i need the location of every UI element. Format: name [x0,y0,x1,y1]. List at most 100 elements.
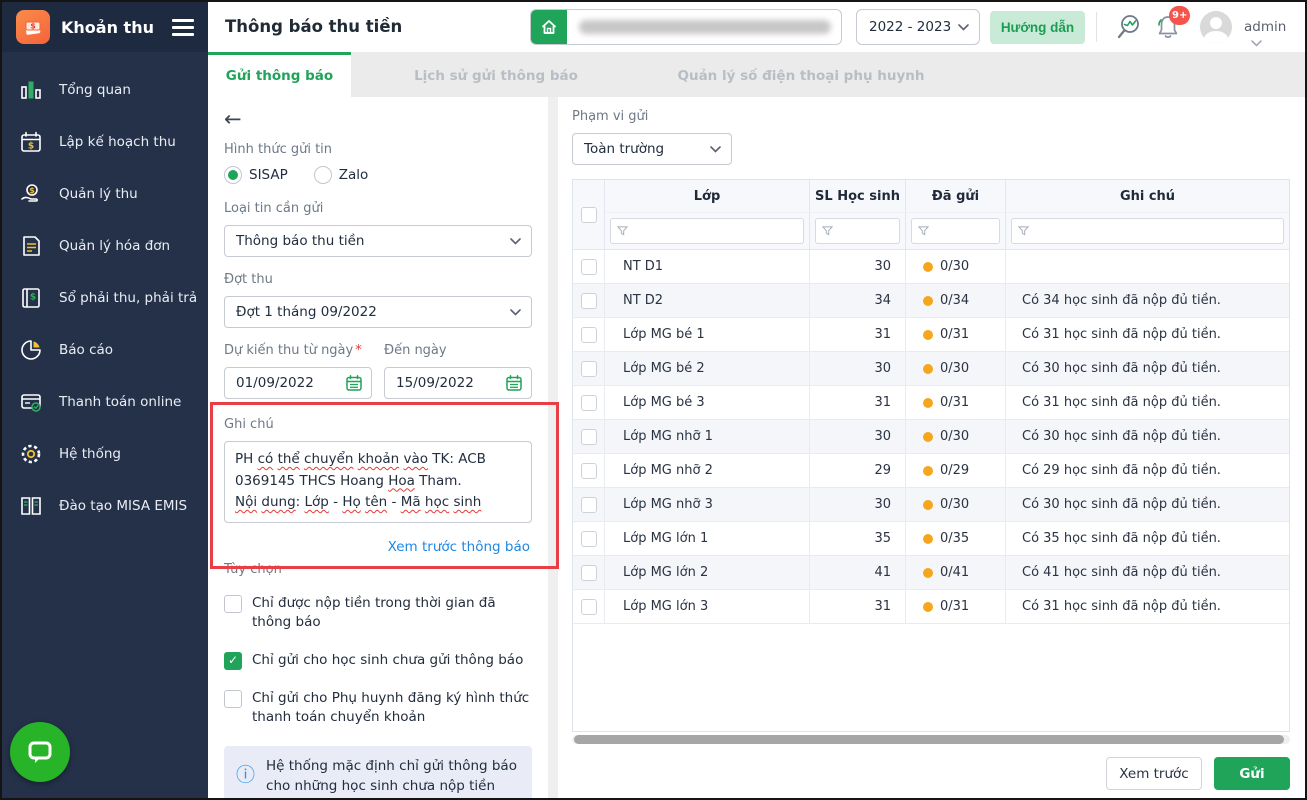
table-row[interactable]: Lớp MG nhỡ 1 30 0/30 Có 30 học sinh đã nộp … [573,420,1289,454]
column-header-note[interactable]: Ghi chú [1006,180,1289,212]
column-header-sent[interactable]: Đã gửi [906,180,1006,212]
sidebar-item-payment[interactable]: Thanh toán online [2,376,208,428]
send-notification-form: ← Hình thức gửi tin SISAP Zalo Loại tin c… [208,97,548,798]
filter-note-input[interactable] [1011,218,1284,244]
school-search-box[interactable] [530,9,842,45]
table-row[interactable]: Lớp MG bé 2 30 0/30 Có 30 học sinh đã nộp đ… [573,352,1289,386]
cell-class: Lớp MG nhỡ 1 [605,420,810,453]
cell-sent: 0/30 [940,429,970,444]
message-type-value: Thông báo thu tiền [236,233,365,249]
help-button[interactable]: Hướng dẫn [990,11,1085,44]
cell-note: Có 35 học sinh đã nộp đủ tiền. [1022,531,1221,546]
top-bar: Thông báo thu tiền 2022 - 2023 Hướng dẫn… [208,2,1305,52]
send-button[interactable]: Gửi [1214,757,1290,790]
column-header-students[interactable]: SL Học sinh [810,180,906,212]
analytics-search-icon[interactable] [1113,12,1143,42]
message-type-select[interactable]: Thông báo thu tiền [224,225,532,257]
preview-button[interactable]: Xem trước [1106,757,1202,790]
chevron-down-icon [1251,40,1262,47]
row-checkbox[interactable] [580,292,597,309]
note-textarea[interactable]: PH có thể chuyển khoản vào TK: ACB 03691… [224,441,532,523]
row-checkbox[interactable] [580,530,597,547]
tab-1[interactable]: Gửi thông báo [208,52,351,97]
sidebar-item-system[interactable]: Hệ thống [2,428,208,480]
row-checkbox[interactable] [580,394,597,411]
sidebar-item-report[interactable]: Báo cáo [2,324,208,376]
from-date-input[interactable]: 01/09/2022 [224,367,372,399]
option-checkbox-2[interactable]: ✓ Chỉ gửi cho học sinh chưa gửi thông báo [224,651,532,670]
preview-notification-link[interactable]: Xem trước thông báo [388,539,530,555]
table-row[interactable]: Lớp MG nhỡ 3 30 0/30 Có 30 học sinh đã nộp … [573,488,1289,522]
scope-select[interactable]: Toàn trường [572,133,732,165]
cell-class: Lớp MG bé 1 [605,318,810,351]
sidebar-item-plan[interactable]: $ Lập kế hoạch thu [2,116,208,168]
cell-class: NT D1 [605,250,810,283]
app-logo-icon: $ [16,10,50,44]
chat-support-button[interactable] [10,722,70,782]
sidebar-item-invoice[interactable]: Quản lý hóa đơn [2,220,208,272]
sidebar-item-overview[interactable]: Tổng quan [2,64,208,116]
row-checkbox[interactable] [580,462,597,479]
back-arrow-icon[interactable]: ← [224,109,248,130]
sidebar-logo-row: $ Khoản thu [2,2,208,52]
cell-note: Có 30 học sinh đã nộp đủ tiền. [1022,497,1221,512]
status-dot [923,465,933,476]
school-year-value: 2022 - 2023 [869,19,952,35]
avatar[interactable] [1200,11,1232,43]
cell-sent: 0/29 [940,463,970,478]
user-menu[interactable]: admin [1244,19,1305,51]
filter-sent-input[interactable] [911,218,1000,244]
sidebar-item-collect[interactable]: $ Quản lý thu [2,168,208,220]
notification-badge: 9+ [1169,6,1191,25]
options-label: Tùy chọn [224,562,282,577]
sidebar-item-ledger[interactable]: $ Sổ phải thu, phải trả [2,272,208,324]
table-row[interactable]: Lớp MG lớn 1 35 0/35 Có 35 học sinh đã nộp … [573,522,1289,556]
sidebar-item-training[interactable]: Đào tạo MISA EMIS [2,480,208,532]
period-select[interactable]: Đợt 1 tháng 09/2022 [224,296,532,328]
notifications-button[interactable]: 9+ [1153,6,1191,42]
info-box: ⓘ Hệ thống mặc định chỉ gửi thông báo ch… [224,745,532,798]
cell-note: Có 41 học sinh đã nộp đủ tiền. [1022,565,1221,580]
radio-zalo[interactable]: Zalo [313,166,368,184]
period-label: Đợt thu [224,272,273,287]
table-row[interactable]: NT D1 30 0/30 [573,250,1289,284]
horizontal-scrollbar-thumb[interactable] [574,735,1284,744]
row-checkbox[interactable] [580,598,597,615]
row-checkbox[interactable] [580,496,597,513]
hamburger-menu-icon[interactable] [172,18,194,36]
table-row[interactable]: Lớp MG lớn 2 41 0/41 Có 41 học sinh đã nộp … [573,556,1289,590]
filter-students-input[interactable] [815,218,900,244]
table-row[interactable]: Lớp MG lớn 3 31 0/31 Có 31 học sinh đã nộp … [573,590,1289,624]
school-year-select[interactable]: 2022 - 2023 [856,9,980,45]
svg-text:$: $ [29,186,35,195]
table-row[interactable]: Lớp MG nhỡ 2 29 0/29 Có 29 học sinh đã nộp … [573,454,1289,488]
checkbox-icon [224,689,242,708]
row-checkbox[interactable] [580,428,597,445]
sidebar-item-label: Hệ thống [59,446,121,462]
to-date-input[interactable]: 15/09/2022 [384,367,532,399]
column-header-class[interactable]: Lớp [605,180,810,212]
row-checkbox[interactable] [580,564,597,581]
row-checkbox[interactable] [580,360,597,377]
row-checkbox[interactable] [580,258,597,275]
chat-bubble-icon [25,737,55,767]
table-row[interactable]: Lớp MG bé 1 31 0/31 Có 31 học sinh đã nộp đ… [573,318,1289,352]
tab-3[interactable]: Quản lý số điện thoại phụ huynh [641,52,961,97]
table-row[interactable]: Lớp MG bé 3 31 0/31 Có 31 học sinh đã nộp đ… [573,386,1289,420]
table-row[interactable]: NT D2 34 0/34 Có 34 học sinh đã nộp đủ tiền… [573,284,1289,318]
status-dot [923,363,933,374]
select-all-checkbox[interactable] [580,206,597,223]
cell-class: Lớp MG lớn 1 [605,522,810,555]
radio-sisap[interactable]: SISAP [224,166,288,184]
option-label: Chỉ được nộp tiền trong thời gian đã thô… [252,595,496,630]
option-checkbox-1[interactable]: Chỉ được nộp tiền trong thời gian đã thô… [224,594,532,632]
report-icon [19,337,49,363]
option-checkbox-3[interactable]: Chỉ gửi cho Phụ huynh đăng ký hình thức … [224,689,532,727]
redacted-school-name [579,20,831,34]
vertical-scrollbar[interactable] [548,97,558,798]
filter-class-input[interactable] [610,218,804,244]
cell-students: 31 [810,590,906,623]
row-checkbox[interactable] [580,326,597,343]
cell-students: 31 [810,318,906,351]
tab-2[interactable]: Lịch sử gửi thông báo [351,52,641,97]
